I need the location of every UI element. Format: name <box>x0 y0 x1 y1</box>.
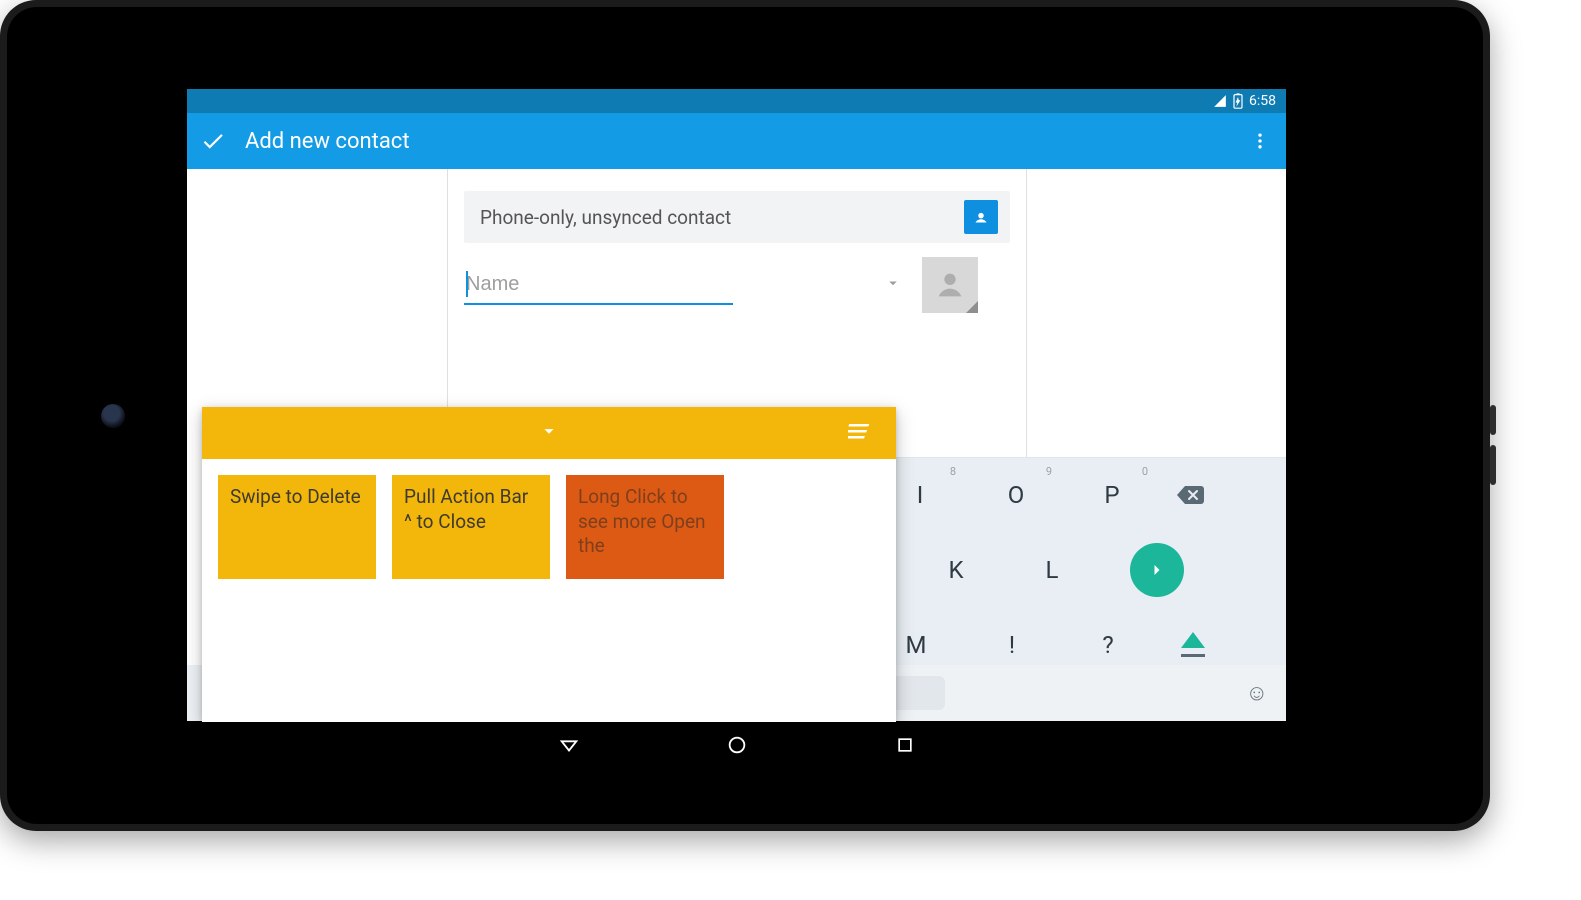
enter-key[interactable] <box>1130 543 1184 597</box>
signal-icon <box>1213 94 1227 108</box>
note-card[interactable]: Swipe to Delete <box>218 475 376 579</box>
overflow-menu-icon[interactable] <box>1248 129 1272 153</box>
appbar-title: Add new contact <box>245 129 410 154</box>
notes-widget-header[interactable] <box>202 407 896 459</box>
status-time: 6:58 <box>1249 93 1276 109</box>
account-selector[interactable]: Phone-only, unsynced contact <box>464 191 1010 243</box>
key-p[interactable]: P0 <box>1064 459 1160 531</box>
backspace-key[interactable] <box>1160 484 1220 506</box>
recents-button[interactable] <box>891 731 919 759</box>
note-card[interactable]: Long Click to see more Open the <box>566 475 724 579</box>
volume-button <box>1490 445 1496 485</box>
notes-widget[interactable]: Swipe to Delete Pull Action Bar ^ to Clo… <box>202 407 896 722</box>
back-button[interactable] <box>555 731 583 759</box>
tablet-frame: 6:58 Add new contact <box>0 0 1490 831</box>
shift-key[interactable] <box>1166 632 1220 657</box>
device-screen: 6:58 Add new contact <box>187 89 1286 769</box>
contact-photo-button[interactable] <box>922 257 978 313</box>
key-o[interactable]: O9 <box>968 459 1064 531</box>
notes-menu-icon[interactable] <box>848 422 872 444</box>
contact-card-icon <box>964 200 998 234</box>
name-input[interactable] <box>464 265 733 305</box>
text-cursor <box>466 271 468 297</box>
home-button[interactable] <box>723 731 751 759</box>
navigation-bar <box>187 721 1286 769</box>
key-k[interactable]: K <box>908 534 1004 606</box>
power-button <box>1490 405 1496 435</box>
note-card[interactable]: Pull Action Bar ^ to Close <box>392 475 550 579</box>
battery-icon <box>1233 93 1243 109</box>
expand-name-icon[interactable] <box>876 268 910 303</box>
emoji-key[interactable]: ☺ <box>1246 680 1268 706</box>
notes-list: Swipe to Delete Pull Action Bar ^ to Clo… <box>202 459 896 595</box>
content-area: Phone-only, unsynced contact <box>187 169 1286 769</box>
tablet-camera <box>99 402 127 430</box>
key-l[interactable]: L <box>1004 534 1100 606</box>
chevron-down-icon[interactable] <box>538 420 560 446</box>
app-bar: Add new contact <box>187 113 1286 169</box>
confirm-icon[interactable] <box>199 127 227 155</box>
status-bar: 6:58 <box>187 89 1286 113</box>
account-label: Phone-only, unsynced contact <box>480 206 731 229</box>
